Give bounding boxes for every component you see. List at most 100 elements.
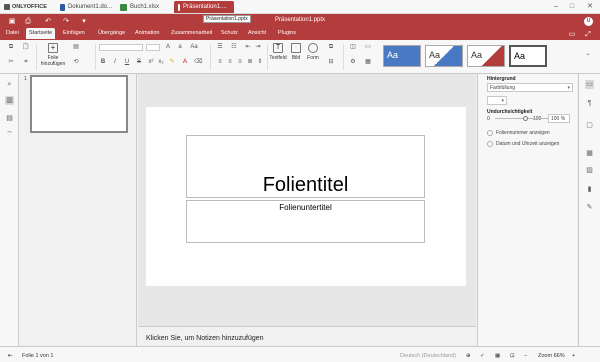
tab-presentation[interactable]: Präsentation1.... ✕ <box>174 1 241 13</box>
theme-thumbnail-1[interactable]: Aa <box>383 45 421 67</box>
search-icon[interactable]: ⌕ <box>5 80 14 89</box>
paragraph-settings-icon[interactable]: ¶ <box>585 99 594 108</box>
minimize-icon[interactable]: – <box>550 2 562 12</box>
align-shapes-icon[interactable]: ⊟ <box>327 59 335 66</box>
shape-button[interactable]: Form <box>306 43 320 61</box>
slides-icon[interactable]: ▥ <box>5 96 14 105</box>
fullscreen-icon[interactable]: ⤢ <box>583 30 593 39</box>
chart-settings-icon[interactable]: ▮ <box>585 185 594 194</box>
customize-icon[interactable]: ▾ <box>79 17 89 26</box>
font-name-select[interactable] <box>99 44 143 51</box>
highlight-icon[interactable]: ✎ <box>168 59 176 66</box>
save-icon[interactable]: ▣ <box>7 17 17 26</box>
arrange-icon[interactable]: ⧉ <box>327 44 335 51</box>
theme-thumbnail-4[interactable]: Aa <box>509 45 547 67</box>
tab-view[interactable]: Ansicht <box>245 28 269 39</box>
tab-plugins[interactable]: Plugins <box>275 28 299 39</box>
clear-format-icon[interactable]: ⌫ <box>194 59 202 66</box>
color-scheme-icon[interactable]: ◫ <box>349 44 357 51</box>
print-icon[interactable]: ⎙ <box>23 17 33 26</box>
fill-color-picker[interactable]: ▾ <box>487 96 507 105</box>
subscript-icon[interactable]: x₂ <box>157 59 165 66</box>
paste-icon[interactable]: 📋 <box>22 44 30 51</box>
font-color-icon[interactable]: A <box>181 59 189 66</box>
feedback-icon[interactable]: ⌔ <box>5 130 14 139</box>
notes-placeholder[interactable]: Klicken Sie, um Notizen hinzuzufügen <box>146 335 264 342</box>
image-settings-icon[interactable]: ▦ <box>364 59 372 66</box>
table-settings-icon[interactable]: ▦ <box>585 149 594 158</box>
reset-icon[interactable]: ⟲ <box>72 59 80 66</box>
layout-icon[interactable]: ▤ <box>72 44 80 51</box>
language-select[interactable]: Deutsch (Deutschland) <box>400 353 456 359</box>
close-tab-icon[interactable]: ✕ <box>236 4 241 11</box>
theme-thumbnail-3[interactable]: Aa <box>467 45 505 67</box>
tab-protection[interactable]: Schutz <box>218 28 241 39</box>
opacity-input[interactable]: 100 % <box>548 114 570 123</box>
subtitle-placeholder[interactable]: Folienuntertitel <box>186 200 425 243</box>
format-painter-icon[interactable]: ⌗ <box>22 59 30 66</box>
datetime-checkbox[interactable]: Datum und Uhrzeit anzeigen <box>487 141 559 147</box>
normal-view-icon[interactable]: ▦ <box>495 353 500 359</box>
slide-subtitle[interactable]: Folienuntertitel <box>187 203 424 212</box>
increase-font-icon[interactable]: A <box>164 44 172 51</box>
slide-number-checkbox[interactable]: Foliennummer anzeigen <box>487 130 550 136</box>
font-size-select[interactable] <box>146 44 160 51</box>
comments-icon[interactable]: ▤ <box>5 114 14 123</box>
maximize-icon[interactable]: □ <box>566 2 578 12</box>
tab-home[interactable]: Startseite <box>26 28 56 39</box>
signature-settings-icon[interactable]: ✎ <box>585 203 594 212</box>
strikethrough-icon[interactable]: S <box>135 59 143 66</box>
bold-icon[interactable]: B <box>99 59 107 66</box>
language-icon[interactable]: ⊕ <box>466 353 471 359</box>
zoom-out-icon[interactable]: − <box>524 353 527 359</box>
avatar[interactable]: U <box>584 17 593 26</box>
slide-settings-icon[interactable]: ⚙ <box>349 59 357 66</box>
cut-icon[interactable]: ✂ <box>7 59 15 66</box>
fill-type-select[interactable]: Farbfüllung ▾ <box>487 83 573 92</box>
textbox-button[interactable]: T Textfeld <box>269 43 287 61</box>
tab-collaboration[interactable]: Zusammenarbeit <box>168 28 215 39</box>
change-case-icon[interactable]: Aa <box>190 44 198 51</box>
image-button[interactable]: Bild <box>290 43 302 61</box>
underline-icon[interactable]: U <box>123 59 131 66</box>
decrease-font-icon[interactable]: a <box>176 44 184 51</box>
increase-indent-icon[interactable]: ⇥ <box>254 44 262 51</box>
tab-document[interactable]: Dokument1.do... <box>56 1 116 13</box>
shape-settings-icon[interactable]: ▢ <box>585 121 594 130</box>
italic-icon[interactable]: I <box>111 59 119 66</box>
tab-transitions[interactable]: Übergänge <box>95 28 128 39</box>
numbering-icon[interactable]: ☷ <box>230 44 238 51</box>
title-placeholder[interactable]: Folientitel <box>186 135 425 198</box>
vertical-align-icon[interactable]: ⇕ <box>256 59 264 66</box>
opacity-slider-thumb[interactable] <box>523 116 528 121</box>
close-window-icon[interactable]: ✕ <box>584 2 596 12</box>
tab-animation[interactable]: Animation <box>132 28 162 39</box>
undo-icon[interactable]: ↶ <box>43 17 53 26</box>
align-center-icon[interactable]: ≡ <box>226 59 234 66</box>
spellcheck-icon[interactable]: ✓ <box>480 353 485 359</box>
slide-size-icon[interactable]: ▭ <box>364 44 372 51</box>
slide-navigation-icon[interactable]: ⇤ <box>8 353 13 359</box>
notes-area[interactable]: Klicken Sie, um Notizen hinzuzufügen <box>138 326 476 346</box>
folder-icon[interactable]: ▭ <box>567 30 577 39</box>
slide[interactable]: Folientitel Folienuntertitel <box>146 107 466 286</box>
bullets-icon[interactable]: ☰ <box>216 44 224 51</box>
image-settings-icon[interactable]: ▨ <box>585 166 594 175</box>
align-right-icon[interactable]: ≡ <box>236 59 244 66</box>
superscript-icon[interactable]: x² <box>147 59 155 66</box>
align-left-icon[interactable]: ≡ <box>216 59 224 66</box>
tab-spreadsheet[interactable]: Buch1.xlsx <box>116 1 172 13</box>
add-slide-button[interactable]: + Folie hinzufügen <box>38 43 68 67</box>
slide-thumbnail[interactable] <box>30 75 128 133</box>
chevron-down-icon[interactable]: ⌄ <box>584 51 592 58</box>
decrease-indent-icon[interactable]: ⇤ <box>244 44 252 51</box>
redo-icon[interactable]: ↷ <box>61 17 71 26</box>
theme-thumbnail-2[interactable]: Aa <box>425 45 463 67</box>
copy-icon[interactable]: ⧉ <box>7 44 15 51</box>
slide-settings-icon[interactable]: ▭ <box>585 80 594 89</box>
slide-title[interactable]: Folientitel <box>187 174 424 197</box>
zoom-in-icon[interactable]: + <box>572 353 575 359</box>
tab-file[interactable]: Datei <box>3 28 22 39</box>
fit-slide-icon[interactable]: ⊡ <box>510 353 515 359</box>
justify-icon[interactable]: ≣ <box>246 59 254 66</box>
